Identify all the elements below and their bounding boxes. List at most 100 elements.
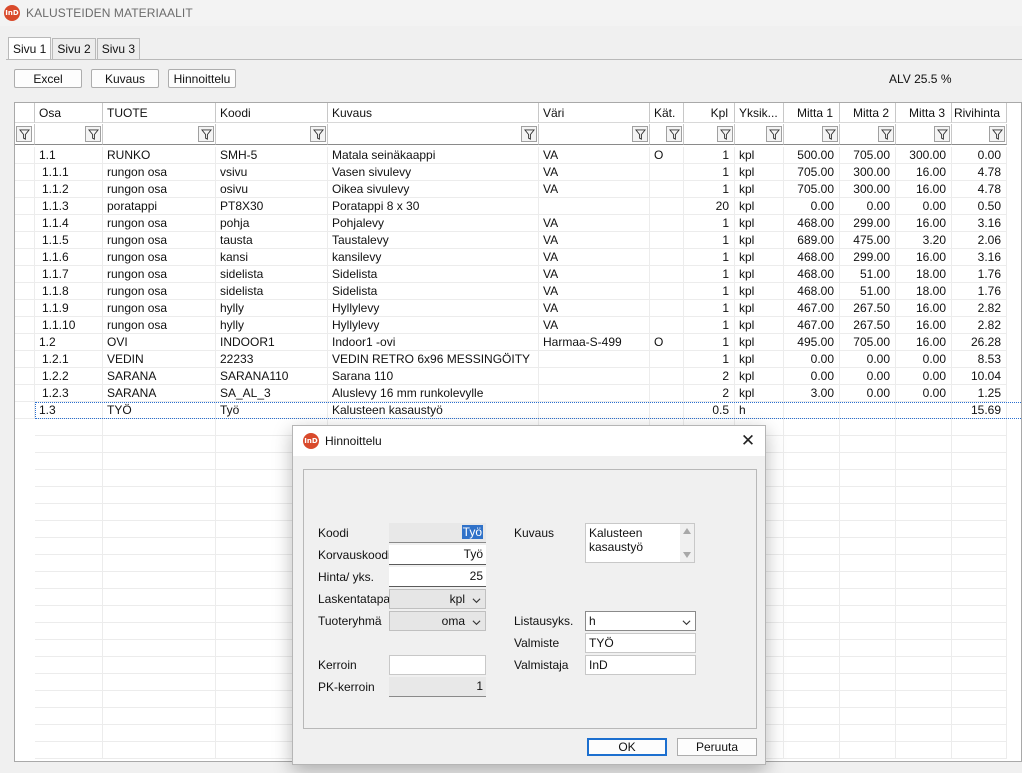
table-cell[interactable]: VEDIN <box>103 351 216 368</box>
table-cell[interactable]: 15.69 <box>952 402 1007 419</box>
filter-cell[interactable] <box>735 124 784 145</box>
table-cell[interactable] <box>650 351 684 368</box>
table-cell[interactable]: 2.82 <box>952 317 1007 334</box>
table-cell[interactable]: 16.00 <box>896 249 952 266</box>
table-cell[interactable]: TYÖ <box>103 402 216 419</box>
row-header[interactable] <box>15 334 35 351</box>
table-cell[interactable]: hylly <box>216 317 328 334</box>
table-cell[interactable]: O <box>650 147 684 164</box>
table-cell[interactable]: 8.53 <box>952 351 1007 368</box>
table-cell[interactable]: Pohjalevy <box>328 215 539 232</box>
table-cell[interactable]: rungon osa <box>103 232 216 249</box>
table-cell[interactable]: 468.00 <box>784 283 840 300</box>
table-cell[interactable]: 20 <box>684 198 735 215</box>
table-cell[interactable]: tausta <box>216 232 328 249</box>
table-cell[interactable] <box>650 232 684 249</box>
kerroin-field[interactable] <box>389 655 486 675</box>
table-cell[interactable]: 1.3 <box>35 402 103 419</box>
table-cell[interactable]: Oikea sivulevy <box>328 181 539 198</box>
table-cell[interactable]: rungon osa <box>103 249 216 266</box>
table-cell[interactable]: 1 <box>684 283 735 300</box>
filter-icon[interactable] <box>989 126 1005 142</box>
table-cell[interactable]: Työ <box>216 402 328 419</box>
table-cell[interactable]: 1 <box>684 164 735 181</box>
table-cell[interactable]: 1.1.8 <box>35 283 103 300</box>
ok-button[interactable]: OK <box>587 738 667 756</box>
table-cell[interactable]: 1.1.2 <box>35 181 103 198</box>
filter-icon[interactable] <box>85 126 101 142</box>
filter-cell[interactable] <box>684 124 735 145</box>
table-cell[interactable]: Aluslevy 16 mm runkolevylle <box>328 385 539 402</box>
table-cell[interactable]: 18.00 <box>896 283 952 300</box>
table-cell[interactable]: kpl <box>735 147 784 164</box>
table-cell[interactable]: Hyllylevy <box>328 300 539 317</box>
table-cell[interactable] <box>539 385 650 402</box>
table-cell[interactable]: kpl <box>735 198 784 215</box>
table-cell[interactable]: 2 <box>684 385 735 402</box>
column-header[interactable]: Mitta 1 <box>784 103 840 123</box>
filter-icon[interactable] <box>766 126 782 142</box>
table-cell[interactable]: O <box>650 334 684 351</box>
table-cell[interactable]: 705.00 <box>784 181 840 198</box>
table-cell[interactable]: VA <box>539 249 650 266</box>
table-cell[interactable] <box>650 249 684 266</box>
table-cell[interactable]: 0.00 <box>784 198 840 215</box>
korvauskoodi-field[interactable]: Työ <box>389 545 486 565</box>
table-cell[interactable] <box>539 402 650 419</box>
filter-icon[interactable] <box>310 126 326 142</box>
table-cell[interactable]: VA <box>539 283 650 300</box>
table-cell[interactable]: 1 <box>684 300 735 317</box>
table-cell[interactable]: 16.00 <box>896 164 952 181</box>
table-cell[interactable]: 0.00 <box>840 385 896 402</box>
table-cell[interactable] <box>840 402 896 419</box>
table-cell[interactable] <box>650 198 684 215</box>
table-cell[interactable]: kansi <box>216 249 328 266</box>
row-header[interactable] <box>15 402 35 419</box>
table-cell[interactable] <box>650 283 684 300</box>
valmiste-field[interactable]: TYÖ <box>585 633 696 653</box>
table-cell[interactable]: 1 <box>684 215 735 232</box>
table-cell[interactable] <box>539 368 650 385</box>
table-cell[interactable]: 689.00 <box>784 232 840 249</box>
table-cell[interactable]: VA <box>539 266 650 283</box>
table-cell[interactable]: Hyllylevy <box>328 317 539 334</box>
filter-cell[interactable] <box>103 124 216 145</box>
table-cell[interactable]: pohja <box>216 215 328 232</box>
column-header[interactable]: Koodi <box>216 103 328 123</box>
table-cell[interactable]: 16.00 <box>896 334 952 351</box>
table-cell[interactable]: kansilevy <box>328 249 539 266</box>
filter-icon[interactable] <box>717 126 733 142</box>
table-cell[interactable]: 3.00 <box>784 385 840 402</box>
table-cell[interactable]: Kalusteen kasaustyö <box>328 402 539 419</box>
table-cell[interactable]: Matala seinäkaappi <box>328 147 539 164</box>
table-cell[interactable]: kpl <box>735 368 784 385</box>
tuoteryhma-select[interactable]: oma <box>389 611 486 631</box>
table-cell[interactable]: kpl <box>735 164 784 181</box>
table-cell[interactable]: 1 <box>684 232 735 249</box>
table-cell[interactable]: vsivu <box>216 164 328 181</box>
table-cell[interactable]: VEDIN RETRO 6x96 MESSINGÖITY <box>328 351 539 368</box>
table-cell[interactable]: 300.00 <box>840 181 896 198</box>
table-cell[interactable]: 51.00 <box>840 283 896 300</box>
table-cell[interactable]: SARANA <box>103 368 216 385</box>
table-cell[interactable]: 300.00 <box>840 164 896 181</box>
table-cell[interactable] <box>650 164 684 181</box>
row-header[interactable] <box>15 181 35 198</box>
row-header[interactable] <box>15 351 35 368</box>
filter-cell[interactable] <box>650 124 684 145</box>
table-cell[interactable]: kpl <box>735 334 784 351</box>
table-cell[interactable]: Sidelista <box>328 283 539 300</box>
cancel-button[interactable]: Peruuta <box>677 738 757 756</box>
table-cell[interactable]: 467.00 <box>784 317 840 334</box>
column-header[interactable]: Kät. <box>650 103 684 123</box>
tab-sivu-2[interactable]: Sivu 2 <box>52 38 96 59</box>
table-cell[interactable]: 1 <box>684 317 735 334</box>
table-cell[interactable]: 1.1.10 <box>35 317 103 334</box>
table-cell[interactable]: 267.50 <box>840 317 896 334</box>
table-cell[interactable]: RUNKO <box>103 147 216 164</box>
filter-icon[interactable] <box>666 126 682 142</box>
table-cell[interactable]: 705.00 <box>784 164 840 181</box>
table-cell[interactable]: 10.04 <box>952 368 1007 385</box>
table-cell[interactable]: 0.5 <box>684 402 735 419</box>
close-icon[interactable]: ✕ <box>737 431 759 451</box>
